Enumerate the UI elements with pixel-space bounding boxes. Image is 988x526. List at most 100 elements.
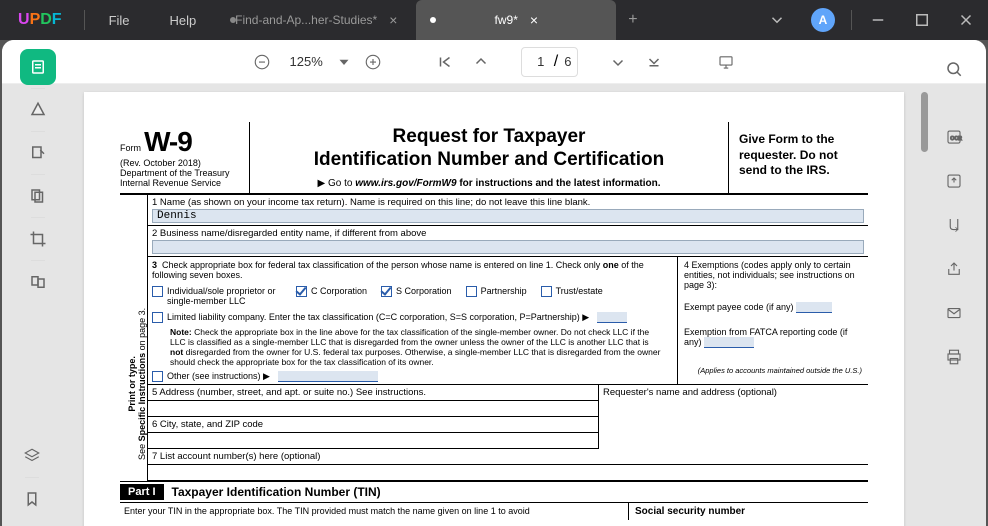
avatar[interactable]: A	[811, 8, 835, 32]
fatca-label: Exemption from FATCA reporting code (if …	[684, 327, 862, 348]
tool-reader[interactable]	[20, 49, 56, 85]
zoom-dropdown[interactable]	[335, 46, 353, 78]
presentation-icon[interactable]	[710, 46, 742, 78]
separator	[31, 260, 45, 261]
tab-fw9[interactable]: fw9* ×	[416, 0, 616, 40]
page-input[interactable]	[528, 50, 554, 74]
tool-compare[interactable]	[20, 264, 56, 300]
prev-page-button[interactable]	[465, 46, 497, 78]
checkbox-individual[interactable]	[152, 286, 163, 297]
cb-label: Limited liability company. Enter the tax…	[167, 312, 589, 323]
form-label: Form	[120, 143, 141, 153]
address-input[interactable]	[148, 401, 598, 417]
part1-desc: Enter your TIN in the appropriate box. T…	[120, 503, 628, 520]
divider	[851, 10, 852, 30]
share-icon[interactable]	[936, 251, 972, 287]
line1-label: 1 Name (as shown on your income tax retu…	[152, 197, 864, 208]
separator	[25, 477, 39, 478]
checkbox-scorp[interactable]	[381, 286, 392, 297]
pdf-page: Form W-9 (Rev. October 2018) Department …	[84, 92, 904, 526]
menu-file[interactable]: File	[89, 13, 150, 28]
last-page-button[interactable]	[638, 46, 670, 78]
fatca-note: (Applies to accounts maintained outside …	[684, 366, 862, 375]
zoom-value: 125%	[282, 54, 331, 69]
email-icon[interactable]	[936, 295, 972, 331]
menu-help[interactable]: Help	[150, 13, 217, 28]
search-icon[interactable]	[936, 51, 972, 87]
separator	[31, 131, 45, 132]
divider	[84, 10, 85, 30]
line7-label: 7 List account number(s) here (optional)	[148, 449, 868, 465]
chevron-down-icon[interactable]	[755, 0, 799, 40]
compress-icon[interactable]	[936, 207, 972, 243]
form-name: W-9	[144, 126, 192, 157]
form-dept: Department of the Treasury	[120, 168, 241, 178]
tool-bookmark[interactable]	[14, 481, 50, 517]
scrollbar-thumb[interactable]	[921, 92, 928, 152]
cb-label: Individual/sole proprietor or single-mem…	[167, 286, 282, 306]
side-label: Print or type.See Specific Instructions …	[120, 195, 148, 482]
line5-label: 5 Address (number, street, and apt. or s…	[148, 385, 598, 401]
part1-badge: Part I	[120, 484, 164, 500]
tab-label: Find-and-Ap...her-Studies*	[235, 13, 377, 27]
first-page-button[interactable]	[429, 46, 461, 78]
tool-crop[interactable]	[20, 221, 56, 257]
city-input[interactable]	[148, 433, 598, 449]
tool-annotate[interactable]	[20, 92, 56, 128]
tool-layers[interactable]	[14, 438, 50, 474]
page-total: 6	[558, 54, 571, 69]
cb-label: C Corporation	[311, 286, 367, 296]
llc-class-input[interactable]	[597, 312, 627, 323]
form-goto: ▶ Go to www.irs.gov/FormW9 for instructi…	[260, 178, 718, 189]
other-input[interactable]	[278, 371, 378, 382]
print-icon[interactable]	[936, 339, 972, 375]
zoom-in-button[interactable]	[357, 46, 389, 78]
cb-label: Other (see instructions) ▶	[167, 371, 270, 382]
separator	[31, 88, 45, 89]
tool-pages[interactable]	[20, 178, 56, 214]
ssn-label: Social security number	[628, 503, 868, 520]
line4-label: 4 Exemptions (codes apply only to certai…	[684, 260, 862, 290]
form-instructions: Give Form to the requester. Do not send …	[728, 122, 868, 193]
zoom-out-button[interactable]	[246, 46, 278, 78]
exempt-payee-label: Exempt payee code (if any)	[684, 302, 862, 313]
logo: UPDF	[0, 11, 80, 29]
form-title: Request for TaxpayerIdentification Numbe…	[260, 126, 718, 172]
close-window-icon[interactable]	[944, 0, 988, 40]
checkbox-trust[interactable]	[541, 286, 552, 297]
tab-modified-icon	[430, 17, 436, 23]
checkbox-partnership[interactable]	[466, 286, 477, 297]
tool-edit[interactable]	[20, 135, 56, 171]
part1-title: Taxpayer Identification Number (TIN)	[164, 482, 389, 502]
cb-label: S Corporation	[396, 286, 452, 296]
add-tab-button[interactable]: +	[616, 11, 649, 29]
minimize-icon[interactable]	[856, 0, 900, 40]
tab-label: fw9*	[495, 13, 518, 27]
svg-text:OCR: OCR	[950, 136, 962, 142]
requester-label: Requester's name and address (optional)	[599, 385, 868, 401]
cb-label: Trust/estate	[556, 286, 603, 296]
exempt-payee-input[interactable]	[796, 302, 832, 313]
business-name-input[interactable]	[152, 240, 864, 254]
line6-label: 6 City, state, and ZIP code	[148, 417, 598, 433]
checkbox-other[interactable]	[152, 371, 163, 382]
account-input[interactable]	[148, 465, 868, 481]
tab-find-studies[interactable]: Find-and-Ap...her-Studies* ×	[216, 0, 416, 40]
close-icon[interactable]: ×	[389, 12, 397, 28]
ocr-icon[interactable]: OCR	[936, 119, 972, 155]
convert-icon[interactable]	[936, 163, 972, 199]
maximize-icon[interactable]	[900, 0, 944, 40]
cb-label: Partnership	[481, 286, 527, 296]
separator	[31, 217, 45, 218]
fatca-input[interactable]	[704, 337, 754, 348]
next-page-button[interactable]	[602, 46, 634, 78]
name-input[interactable]: Dennis	[152, 209, 864, 223]
page-indicator[interactable]: / 6	[521, 47, 579, 77]
checkbox-llc[interactable]	[152, 312, 163, 323]
document-viewport[interactable]: Form W-9 (Rev. October 2018) Department …	[2, 84, 986, 526]
note-text: Note: Check the appropriate box in the l…	[170, 327, 663, 368]
checkbox-ccorp[interactable]	[296, 286, 307, 297]
close-icon[interactable]: ×	[530, 12, 538, 28]
form-revision: (Rev. October 2018)	[120, 158, 241, 168]
line3-label: 3 Check appropriate box for federal tax …	[152, 260, 673, 280]
